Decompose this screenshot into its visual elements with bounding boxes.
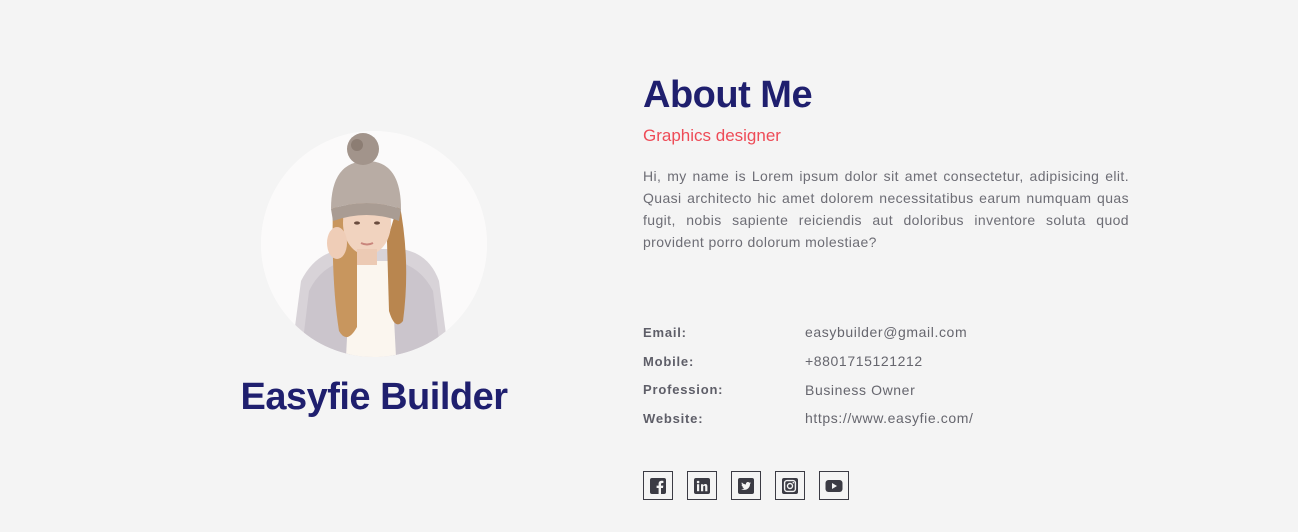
contact-info: Email: easybuilder@gmail.com Mobile: +88… [643, 318, 1143, 433]
instagram-button[interactable] [775, 471, 805, 500]
info-label: Email: [643, 324, 687, 340]
youtube-button[interactable] [819, 471, 849, 500]
info-row-email: Email: easybuilder@gmail.com [643, 318, 1143, 347]
info-value-email[interactable]: easybuilder@gmail.com [805, 324, 967, 340]
youtube-icon [825, 479, 843, 492]
linkedin-button[interactable] [687, 471, 717, 500]
info-value-website[interactable]: https://www.easyfie.com/ [805, 410, 973, 426]
info-label: Profession: [643, 382, 724, 398]
profile-role: Graphics designer [643, 126, 781, 145]
twitter-button[interactable] [731, 471, 761, 500]
profile-avatar [261, 131, 487, 357]
instagram-icon [782, 477, 798, 494]
twitter-icon [738, 477, 754, 494]
info-label: Website: [643, 410, 704, 426]
facebook-button[interactable] [643, 471, 673, 500]
info-row-mobile: Mobile: +8801715121212 [643, 347, 1143, 376]
about-section: Easyfie Builder About Me Graphics design… [0, 0, 1298, 532]
info-label: Mobile: [643, 353, 695, 369]
info-value-profession: Business Owner [805, 381, 916, 398]
info-row-profession: Profession: Business Owner [643, 375, 1143, 404]
info-value-mobile[interactable]: +8801715121212 [805, 353, 923, 369]
info-row-website: Website: https://www.easyfie.com/ [643, 404, 1143, 433]
profile-bio: Hi, my name is Lorem ipsum dolor sit ame… [643, 168, 1129, 250]
page-title: About Me [643, 74, 813, 116]
facebook-icon [650, 477, 666, 494]
profile-name: Easyfie Builder [240, 376, 508, 418]
social-links [643, 471, 849, 500]
linkedin-icon [694, 477, 710, 494]
